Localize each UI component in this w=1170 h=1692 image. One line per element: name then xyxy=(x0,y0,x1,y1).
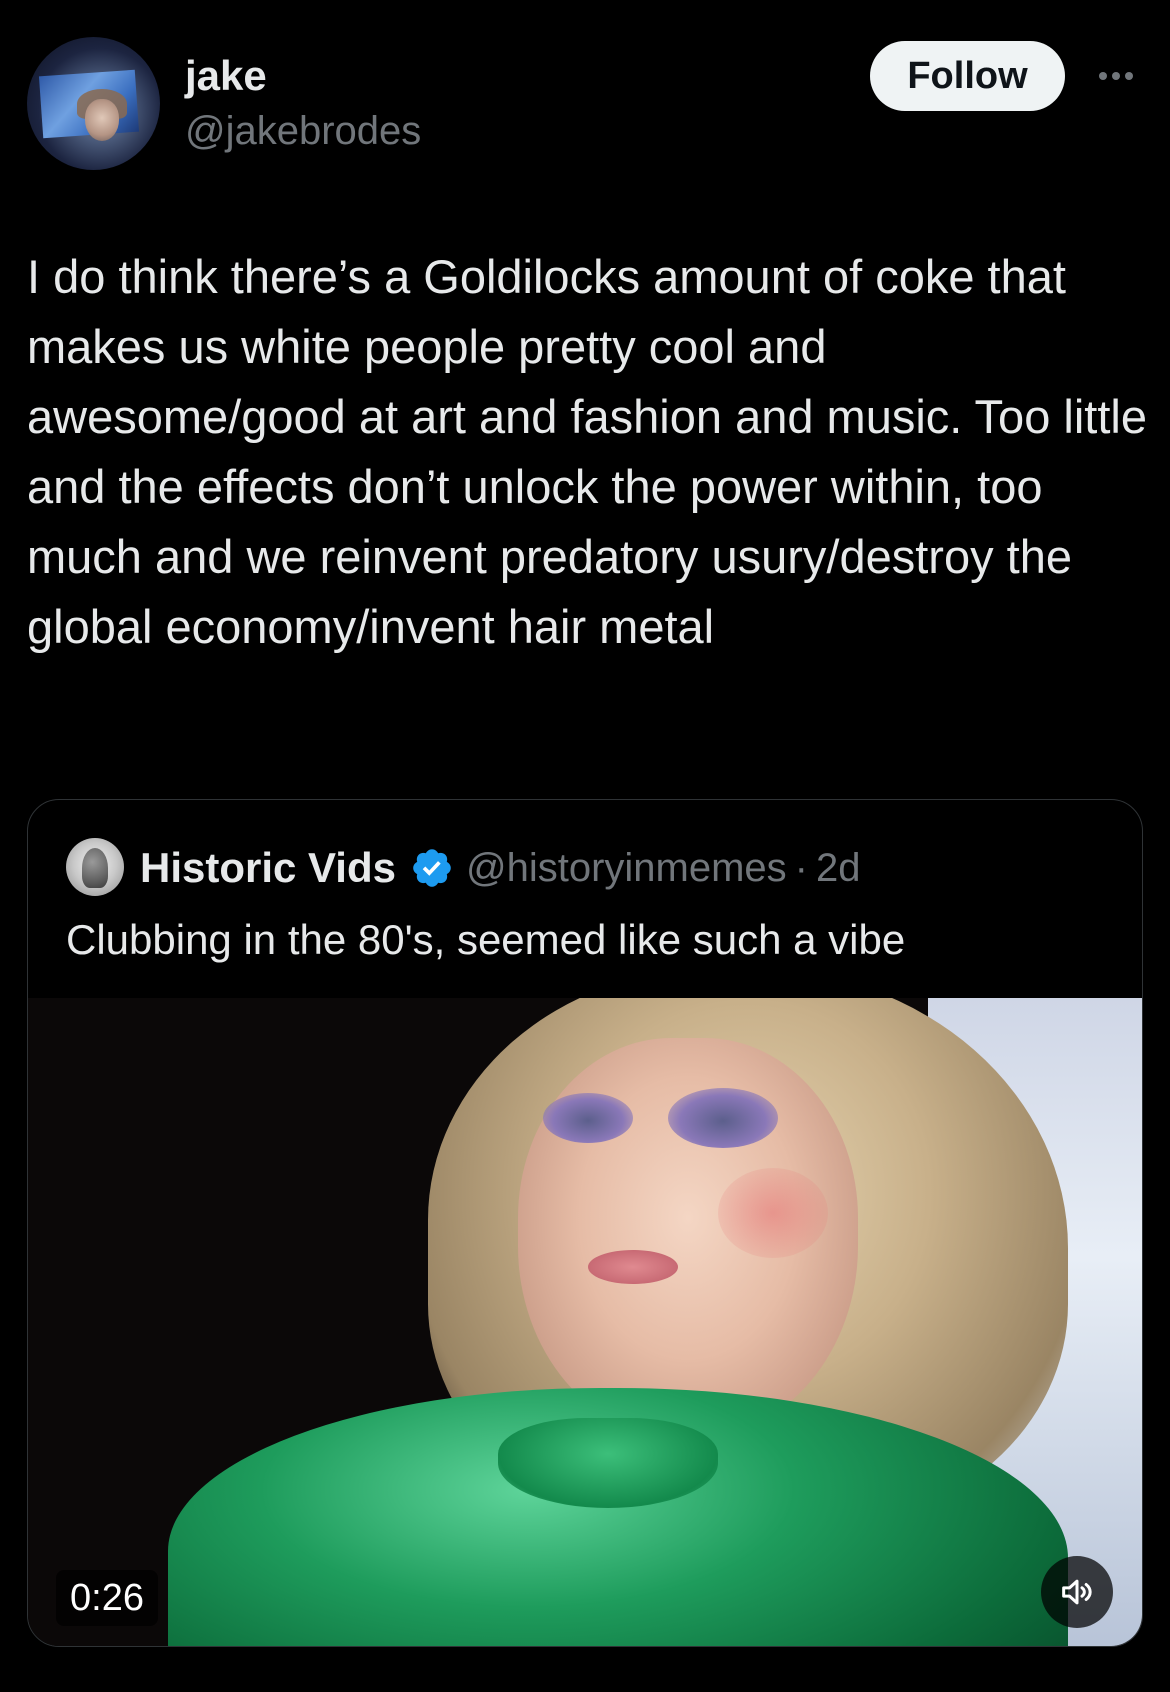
more-dot xyxy=(1112,72,1120,80)
follow-button[interactable]: Follow xyxy=(870,41,1065,111)
quoted-author-name[interactable]: Historic Vids xyxy=(140,844,396,892)
video-frame-lips xyxy=(588,1250,678,1284)
tweet-text: I do think there’s a Goldilocks amount o… xyxy=(27,250,1147,653)
quoted-author-handle[interactable]: @historyinmemes xyxy=(466,846,787,891)
quoted-tweet-header: Historic Vids @historyinmemes · 2d xyxy=(140,840,861,896)
video-frame-eye xyxy=(543,1093,633,1143)
video-frame-eye xyxy=(668,1088,778,1148)
video-frame-collar xyxy=(498,1418,718,1508)
meta-separator: · xyxy=(794,845,808,890)
volume-muted-icon[interactable] xyxy=(1041,1556,1113,1628)
video-duration-badge: 0:26 xyxy=(56,1570,158,1626)
more-dot xyxy=(1099,72,1107,80)
quoted-author-avatar[interactable] xyxy=(66,838,124,896)
speaker-icon xyxy=(1062,1579,1092,1605)
more-options-icon[interactable] xyxy=(1092,56,1140,96)
video-frame-cheek xyxy=(718,1168,828,1258)
quoted-tweet-text: Clubbing in the 80's, seemed like such a… xyxy=(66,916,906,963)
author-handle[interactable]: @jakebrodes xyxy=(185,104,421,158)
author-avatar[interactable] xyxy=(27,37,160,170)
avatar-face-shape xyxy=(85,99,119,141)
quoted-tweet-timestamp[interactable]: 2d xyxy=(816,846,861,891)
verified-badge-icon xyxy=(413,849,451,887)
more-dot xyxy=(1125,72,1133,80)
avatar-bust-shape xyxy=(82,848,108,888)
quoted-tweet-card[interactable]: Historic Vids @historyinmemes · 2d Clubb… xyxy=(27,799,1143,1647)
author-display-name[interactable]: jake xyxy=(185,48,267,104)
video-player[interactable]: 0:26 xyxy=(28,998,1142,1646)
